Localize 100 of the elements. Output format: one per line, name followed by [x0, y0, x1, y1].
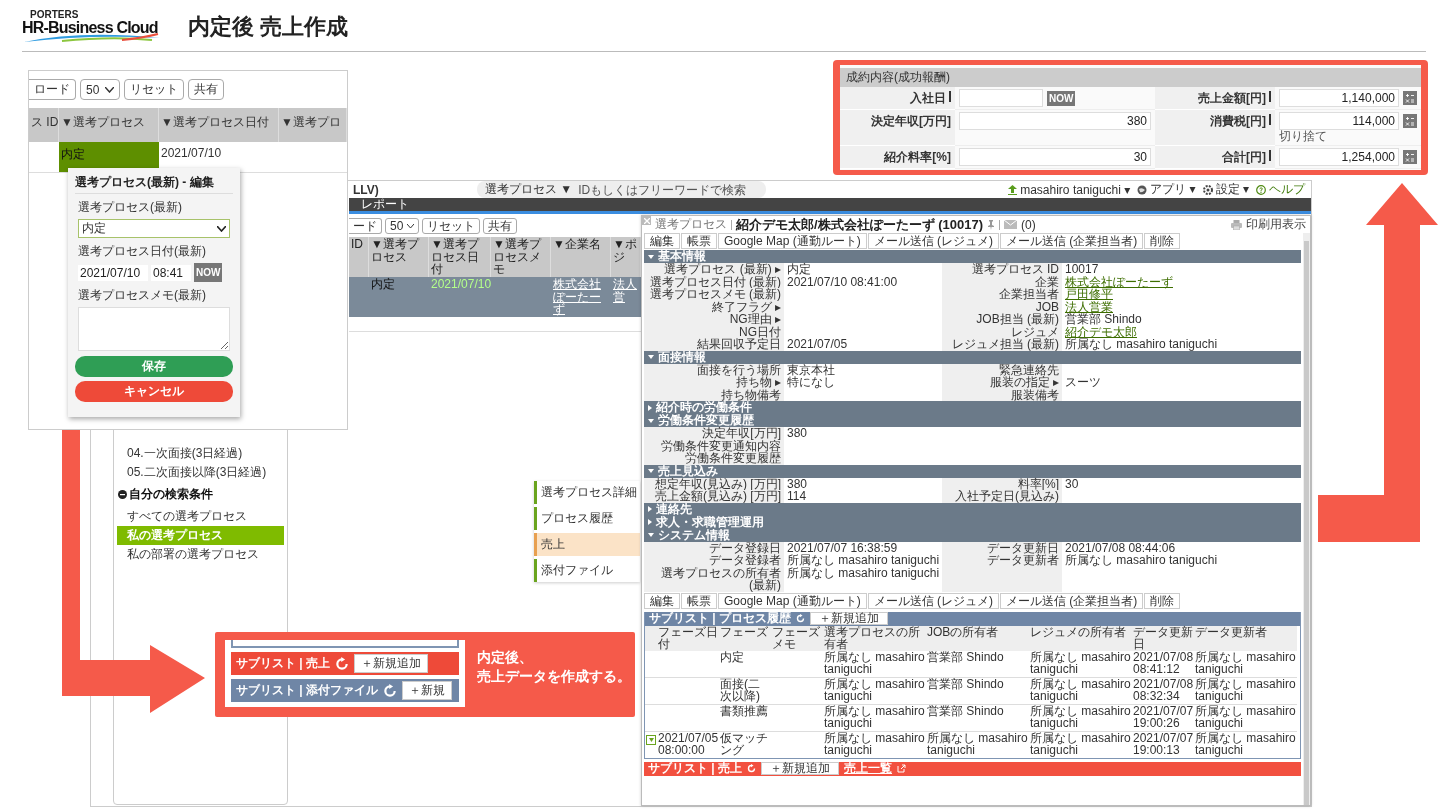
- column-header[interactable]: ▼選考プロセス日付: [159, 108, 279, 142]
- table-cell: 仮マッチング: [720, 730, 768, 757]
- refresh-icon[interactable]: [747, 764, 757, 773]
- field-label: JOB担当 (最新): [942, 313, 1062, 326]
- section-header[interactable]: 紹介時の労働条件: [644, 401, 1301, 414]
- section-header[interactable]: 面接情報: [644, 350, 1301, 364]
- toolbar-button[interactable]: リセット: [124, 79, 185, 100]
- action-button[interactable]: 編集: [644, 592, 680, 609]
- action-button[interactable]: 帳票: [681, 233, 717, 249]
- sidebar-item[interactable]: 05.二次面接以降(3日経過): [117, 463, 284, 482]
- scrollbar[interactable]: [1303, 233, 1310, 805]
- now-button[interactable]: NOW: [1047, 90, 1076, 106]
- input-field[interactable]: 30: [959, 148, 1151, 166]
- now-button[interactable]: NOW: [194, 263, 223, 282]
- field-link[interactable]: 紹介デモ太郎: [1065, 324, 1137, 339]
- date-field[interactable]: 2021/07/10: [78, 264, 148, 281]
- user-menu-item[interactable]: 設定 ▾: [1215, 181, 1249, 198]
- user-menu-item[interactable]: アプリ ▾: [1150, 181, 1196, 198]
- toolbar-button[interactable]: 共有: [188, 79, 225, 100]
- action-button[interactable]: 編集: [644, 233, 680, 249]
- action-button[interactable]: メール送信 (企業担当者): [1000, 592, 1144, 609]
- sidebar-item[interactable]: すべての選考プロセス: [117, 507, 284, 526]
- action-button[interactable]: 帳票: [681, 592, 717, 609]
- action-button[interactable]: Google Map (通勤ルート): [718, 592, 867, 609]
- field-value: 所属なし masahiro taniguchi: [1065, 337, 1218, 351]
- field-value: 2021/07/08 08:44:06: [1065, 540, 1176, 555]
- page-title: 内定後 売上作成: [188, 12, 349, 41]
- action-button[interactable]: 削除: [1144, 592, 1181, 609]
- memo-field[interactable]: [78, 307, 230, 351]
- pin-icon[interactable]: [987, 219, 996, 230]
- brand-name: HR-Business Cloud: [22, 19, 158, 36]
- page-size-select[interactable]: 50: [385, 218, 420, 234]
- refresh-icon: [335, 656, 350, 671]
- print-view-link[interactable]: 印刷用表示: [1246, 216, 1306, 233]
- action-button[interactable]: メール送信 (レジュメ): [867, 233, 1000, 249]
- toolbar-button[interactable]: ード: [349, 218, 382, 234]
- column-header: JOBの所有者: [927, 624, 999, 639]
- search-field[interactable]: 選考プロセス ▼ IDもしくはフリーワードで検索: [477, 181, 767, 198]
- calculator-icon[interactable]: [1403, 91, 1417, 105]
- side-tab[interactable]: 添付ファイル: [534, 559, 640, 582]
- table-cell: 2021/07/08 08:41:12: [1133, 649, 1194, 676]
- input-field[interactable]: [959, 89, 1043, 107]
- field-value: 2021/07/05: [787, 337, 848, 351]
- add-button[interactable]: ＋新規追加: [810, 612, 889, 625]
- help-icon: [1256, 184, 1266, 195]
- side-tab[interactable]: 選考プロセス詳細: [534, 481, 640, 504]
- calculator-icon[interactable]: [1403, 114, 1417, 128]
- side-tab[interactable]: プロセス履歴: [534, 507, 640, 530]
- field-label: データ更新者: [942, 554, 1062, 567]
- process-select[interactable]: 内定: [78, 219, 230, 238]
- section-header[interactable]: 基本情報: [644, 250, 1301, 263]
- mail-icon[interactable]: [1004, 220, 1018, 229]
- field-label: 入社予定日(見込み): [942, 490, 1062, 503]
- position-link[interactable]: 法人営: [613, 278, 639, 303]
- toolbar-button[interactable]: リセット: [422, 218, 481, 234]
- external-link-icon[interactable]: [897, 764, 907, 773]
- close-icon[interactable]: [642, 216, 651, 225]
- column-header[interactable]: ス ID: [29, 108, 59, 142]
- page-size-select[interactable]: 50: [80, 79, 121, 100]
- field-link[interactable]: 戸田修平: [1065, 287, 1113, 301]
- field-value: 2021/07/10 08:41:00: [787, 274, 898, 289]
- sidebar-heading: 自分の検索条件: [129, 486, 213, 503]
- time-field[interactable]: 08:41: [151, 264, 191, 281]
- field-label: 選考プロセス日付(最新): [78, 243, 207, 260]
- field-label: 選考プロセスの所有者 (最新): [644, 566, 784, 592]
- column-header[interactable]: ▼選考プロ: [279, 108, 347, 142]
- calculator-icon[interactable]: [1403, 150, 1417, 164]
- section-header[interactable]: 売上見込み: [644, 464, 1301, 478]
- table-cell: 所属なし masahiro taniguchi: [1195, 703, 1296, 730]
- add-button[interactable]: ＋新規追加: [761, 762, 840, 775]
- field-value: 特になし: [787, 375, 835, 389]
- field-label: 選考プロセスメモ(最新): [78, 287, 207, 304]
- toolbar-button[interactable]: 共有: [483, 218, 518, 234]
- user-menu-item[interactable]: ヘルプ: [1269, 181, 1305, 198]
- user-menu-item[interactable]: masahiro taniguchi ▾: [1020, 182, 1131, 197]
- column-header: 選考プロセスの所有者: [824, 624, 920, 651]
- field-link[interactable]: 株式会社ぽーたーず: [1065, 274, 1173, 289]
- sidebar-item[interactable]: 04.一次面接(3日経過): [117, 444, 284, 463]
- section-header[interactable]: 連絡先: [644, 502, 1301, 516]
- sidebar-item[interactable]: 私の部署の選考プロセス: [117, 545, 284, 564]
- action-button[interactable]: メール送信 (レジュメ): [867, 592, 1000, 609]
- side-tab[interactable]: 売上: [534, 533, 640, 556]
- table-cell-text: 2021/07/10: [430, 277, 491, 293]
- cancel-button[interactable]: キャンセル: [75, 381, 233, 402]
- printer-icon[interactable]: [1231, 219, 1242, 230]
- menu-item[interactable]: レポート: [361, 198, 409, 211]
- input-field[interactable]: 1,140,000: [1279, 89, 1399, 107]
- input-field[interactable]: 1,254,000: [1279, 148, 1399, 166]
- section-header[interactable]: 労働条件変更履歴: [644, 414, 1301, 427]
- sales-list-link[interactable]: 売上一覧: [844, 762, 893, 775]
- gear-icon: [1202, 184, 1213, 195]
- input-field[interactable]: 114,000: [1279, 112, 1399, 130]
- toolbar-button[interactable]: ロード: [29, 79, 76, 100]
- refresh-icon[interactable]: [796, 614, 806, 623]
- action-button[interactable]: 削除: [1144, 233, 1181, 249]
- action-button[interactable]: メール送信 (企業担当者): [1000, 233, 1144, 249]
- action-button[interactable]: Google Map (通勤ルート): [718, 233, 867, 249]
- expand-toggle[interactable]: [646, 734, 656, 745]
- company-link[interactable]: 株式会社ぽーたーず: [553, 278, 609, 316]
- input-field[interactable]: 380: [959, 112, 1151, 130]
